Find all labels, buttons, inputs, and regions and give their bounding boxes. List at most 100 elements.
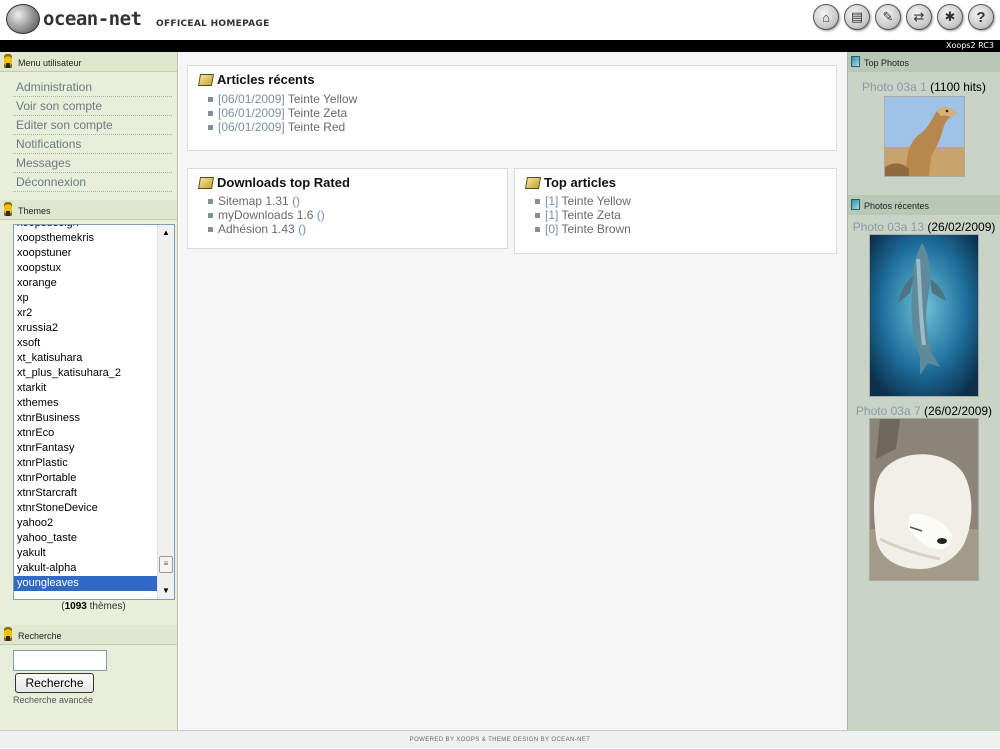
recent-articles-list: [06/01/2009] Teinte Yellow [06/01/2009] … <box>208 92 357 134</box>
photo-date: (26/02/2009) <box>924 404 993 418</box>
theme-option[interactable]: xp <box>14 291 158 306</box>
news-icon[interactable]: ▤ <box>844 4 870 30</box>
theme-option[interactable]: youngleaves <box>14 576 158 591</box>
theme-option[interactable]: yakult <box>14 546 158 561</box>
folder-icon <box>197 73 215 86</box>
theme-option[interactable]: xoopsdesign <box>14 225 158 231</box>
theme-option[interactable]: yahoo_taste <box>14 531 158 546</box>
top-articles-list: [1] Teinte Yellow [1] Teinte Zeta [0] Te… <box>535 194 631 236</box>
camel-photo[interactable] <box>883 96 965 177</box>
theme-option[interactable]: xtarkit <box>14 381 158 396</box>
theme-list-scrollbar[interactable]: ▲ ≡ ▼ <box>157 225 174 599</box>
folder-icon <box>197 176 215 189</box>
download-link[interactable]: Sitemap 1.31 <box>218 194 289 208</box>
theme-option[interactable]: xsoft <box>14 336 158 351</box>
download-link[interactable]: Adhésion 1.43 <box>218 222 295 236</box>
left-sidebar: Menu utilisateur Administration Voir son… <box>0 52 178 730</box>
article-link[interactable]: Teinte Zeta <box>288 106 347 120</box>
article-link[interactable]: Teinte Yellow <box>288 92 357 106</box>
themes-title: Themes <box>18 206 51 216</box>
theme-option[interactable]: xoopsthemekris <box>14 231 158 246</box>
usermenu-item-administration[interactable]: Administration <box>13 78 172 97</box>
help-icon[interactable]: ? <box>968 4 994 30</box>
recent-photos-title: Photos récentes <box>864 201 930 211</box>
theme-count: (1093 thèmes) <box>61 601 126 612</box>
article-link[interactable]: Teinte Red <box>288 120 345 134</box>
polar-bear-image <box>870 419 978 580</box>
theme-option[interactable]: yahoo2 <box>14 516 158 531</box>
article-link[interactable]: Teinte Brown <box>561 222 630 236</box>
article-link[interactable]: Teinte Yellow <box>561 194 630 208</box>
theme-listbox[interactable]: xoopsdesignxoopsthemekrisxoopstunerxoops… <box>13 224 175 600</box>
theme-option[interactable]: xtnrEco <box>14 426 158 441</box>
footer: POWERED BY XOOPS & THEME DESIGN BY OCEAN… <box>0 730 1000 748</box>
settings-icon[interactable]: ✱ <box>937 4 963 30</box>
home-icon[interactable]: ⌂ <box>813 4 839 30</box>
usermenu-item-view-account[interactable]: Voir son compte <box>13 97 172 116</box>
theme-option[interactable]: xt_katisuhara <box>14 351 158 366</box>
downloads-box: Downloads top Rated Sitemap 1.31 () myDo… <box>187 168 508 249</box>
theme-option[interactable]: xtnrPortable <box>14 471 158 486</box>
theme-count-suffix: thèmes <box>89 601 123 612</box>
polar-bear-photo[interactable] <box>869 418 979 581</box>
usermenu-item-notifications[interactable]: Notifications <box>13 135 172 154</box>
site-logo[interactable]: ocean-net <box>6 4 142 34</box>
theme-option[interactable]: xtnrBusiness <box>14 411 158 426</box>
top-black-bar: Xoops2 RC3 <box>0 40 1000 52</box>
usermenu-item-messages[interactable]: Messages <box>13 154 172 173</box>
theme-option[interactable]: xr2 <box>14 306 158 321</box>
search-button[interactable]: Recherche <box>15 673 94 693</box>
bulb-icon <box>4 202 12 216</box>
list-item: myDownloads 1.6 () <box>208 208 325 222</box>
version-label: Xoops2 RC3 <box>946 41 994 50</box>
theme-option[interactable]: yakult-alpha <box>14 561 158 576</box>
bulb-icon <box>4 54 12 68</box>
usermenu-item-edit-account[interactable]: Editer son compte <box>13 116 172 135</box>
scroll-thumb[interactable]: ≡ <box>159 556 173 573</box>
search-title: Recherche <box>18 631 62 641</box>
usermenu-item-logout[interactable]: Déconnexion <box>13 173 172 192</box>
recent-photo-caption: Photo 03a 7 (26/02/2009) <box>848 405 1000 417</box>
logo-disc-icon <box>6 4 40 34</box>
theme-option[interactable]: xt_plus_katisuhara_2 <box>14 366 158 381</box>
theme-option[interactable]: xtnrPlastic <box>14 456 158 471</box>
theme-option[interactable]: xorange <box>14 276 158 291</box>
sync-icon[interactable]: ⇄ <box>906 4 932 30</box>
theme-option[interactable]: xtnrFantasy <box>14 441 158 456</box>
theme-option[interactable]: xoopstuner <box>14 246 158 261</box>
download-rating: () <box>292 194 301 208</box>
scroll-up-icon[interactable]: ▲ <box>158 225 174 241</box>
photo-link[interactable]: Photo 03a 13 <box>853 220 924 234</box>
recent-articles-box: Articles récents [06/01/2009] Teinte Yel… <box>187 65 837 151</box>
theme-option[interactable]: xoopstux <box>14 261 158 276</box>
article-link[interactable]: Teinte Zeta <box>561 208 620 222</box>
bulb-icon <box>4 627 12 641</box>
photo-link[interactable]: Photo 03a 7 <box>856 404 921 418</box>
download-link[interactable]: myDownloads 1.6 <box>218 208 313 222</box>
theme-option[interactable]: xrussia2 <box>14 321 158 336</box>
list-item: [0] Teinte Brown <box>535 222 631 236</box>
right-sidebar: Top Photos Photo 03a 1 (1100 hits) Photo… <box>847 52 1000 730</box>
themes-header: Themes <box>0 200 177 220</box>
photo-link[interactable]: Photo 03a 1 <box>862 80 927 94</box>
tools-icon[interactable]: ✎ <box>875 4 901 30</box>
search-header: Recherche <box>0 625 177 645</box>
search-input[interactable] <box>13 650 107 671</box>
scroll-down-icon[interactable]: ▼ <box>158 583 174 599</box>
list-item: [1] Teinte Zeta <box>535 208 631 222</box>
footer-credits: POWERED BY XOOPS & THEME DESIGN BY OCEAN… <box>409 737 591 743</box>
usermenu-title: Menu utilisateur <box>18 58 82 68</box>
top-photo-caption: Photo 03a 1 (1100 hits) <box>848 81 1000 93</box>
article-count: [0] <box>545 222 559 236</box>
dolphin-photo[interactable] <box>869 234 979 397</box>
recent-photos-header: Photos récentes <box>848 195 1000 215</box>
article-date: [06/01/2009] <box>218 106 285 120</box>
theme-option[interactable]: xthemes <box>14 396 158 411</box>
top-articles-title: Top articles <box>544 175 617 190</box>
theme-option[interactable]: xtnrStoneDevice <box>14 501 158 516</box>
recent-articles-header: Articles récents <box>197 72 315 87</box>
top-articles-header: Top articles <box>524 175 617 190</box>
download-rating: () <box>316 208 325 222</box>
theme-option[interactable]: xtnrStarcraft <box>14 486 158 501</box>
advanced-search-link[interactable]: Recherche avancée <box>13 695 174 705</box>
